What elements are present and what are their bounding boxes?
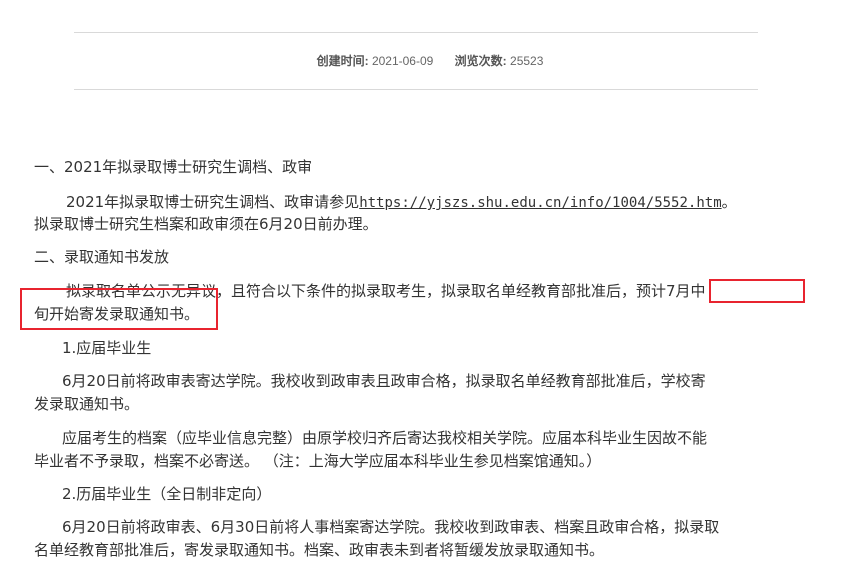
- subsection-heading-1: 1.应届毕业生: [62, 339, 152, 357]
- header-bottom-rule: [74, 89, 758, 90]
- paragraph-3-line-1: 6月20日前将政审表寄达学院。我校收到政审表且政审合格，拟录取名单经教育部批准后…: [62, 372, 706, 390]
- paragraph-5-line-2: 名单经教育部批准后，寄发录取通知书。档案、政审表未到者将暂缓发放录取通知书。: [34, 541, 605, 559]
- section-heading-1: 一、2021年拟录取博士研究生调档、政审: [34, 158, 313, 176]
- views-label: 浏览次数:: [454, 54, 507, 68]
- paragraph-4-line-2: 毕业者不予录取，档案不必寄送。 （注：上海大学应届本科毕业生参见档案馆通知。）: [34, 452, 602, 470]
- paragraph-5-line-1: 6月20日前将政审表、6月30日前将人事档案寄达学院。我校收到政审表、档案且政审…: [62, 518, 720, 536]
- paragraph-4-line-1: 应届考生的档案（应毕业信息完整）由原学校归齐后寄达我校相关学院。应届本科毕业生因…: [62, 429, 708, 447]
- section-heading-2: 二、录取通知书发放: [34, 248, 170, 266]
- created-label: 创建时间:: [316, 54, 369, 68]
- subsection-heading-2: 2.历届毕业生（全日制非定向）: [62, 485, 272, 503]
- paragraph-1-line-1: 2021年拟录取博士研究生调档、政审请参见https://yjszs.shu.e…: [66, 192, 737, 213]
- highlight-box-bottom: [20, 288, 218, 330]
- views-value: 25523: [510, 54, 544, 68]
- paragraph-3-line-2: 发录取通知书。: [34, 395, 140, 413]
- paragraph-1-tail: 。: [721, 193, 737, 211]
- created-value: 2021-06-09: [371, 54, 434, 68]
- highlight-box-top: [709, 279, 805, 303]
- paragraph-1-line-2: 拟录取博士研究生档案和政审须在6月20日前办理。: [34, 215, 378, 233]
- reference-link[interactable]: https://yjszs.shu.edu.cn/info/1004/5552.…: [359, 195, 721, 211]
- highlighted-text: 预计7月中: [636, 282, 706, 300]
- paragraph-1-text: 2021年拟录取博士研究生调档、政审请参见: [66, 193, 360, 211]
- article-meta: 创建时间: 2021-06-09 浏览次数: 25523: [0, 52, 860, 69]
- header-top-rule: [74, 32, 758, 33]
